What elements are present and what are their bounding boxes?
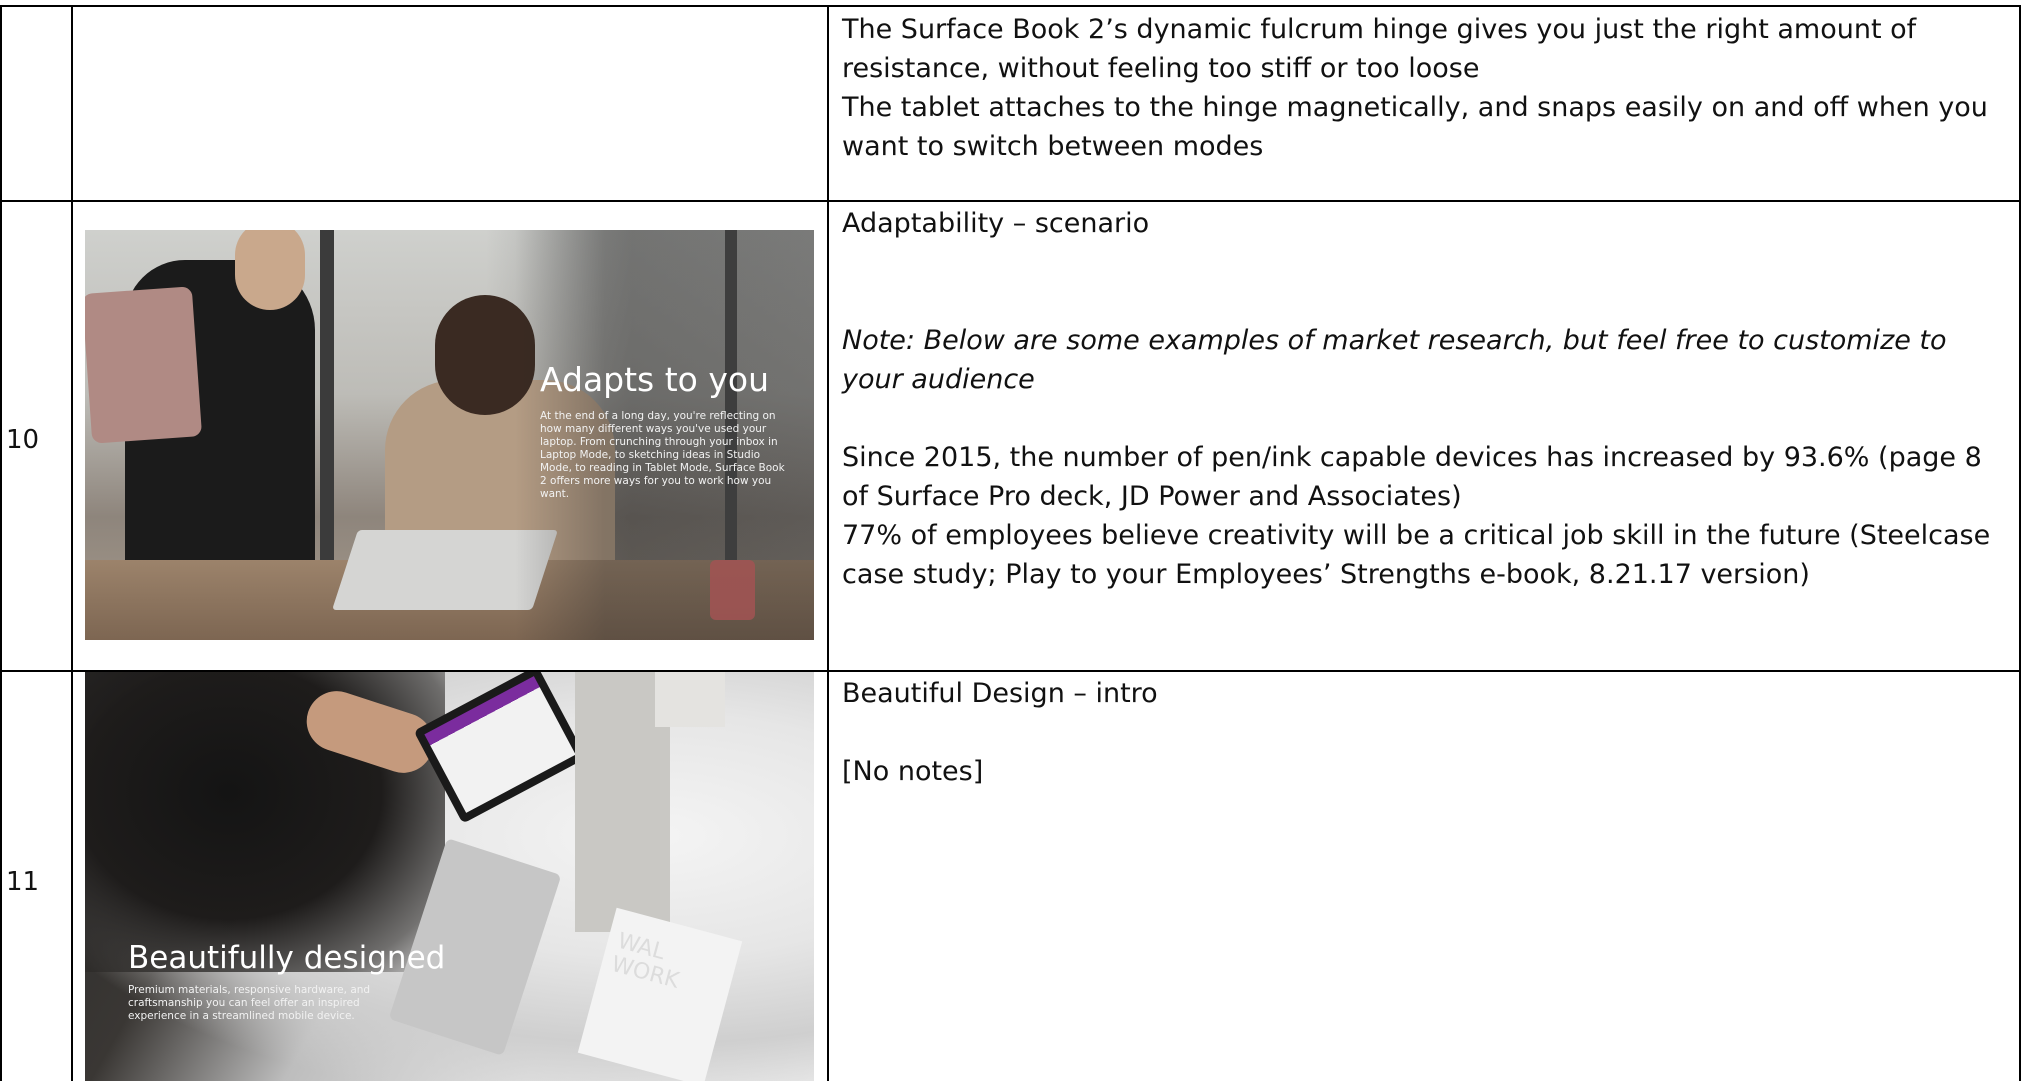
book-cover-text: WAL WORK: [608, 928, 682, 994]
stone-block: [655, 672, 725, 727]
tablet-screen: [424, 676, 576, 813]
table-border-left: [0, 5, 2, 1081]
slide-body: At the end of a long day, you're reflect…: [540, 410, 785, 500]
book-cover: WAL WORK: [577, 907, 743, 1081]
row-notes: Beautiful Design – intro [No notes]: [842, 674, 2014, 791]
notes-paragraph: The Surface Book 2’s dynamic fulcrum hin…: [842, 14, 1917, 84]
table-column-divider-1: [71, 5, 73, 1081]
slide-thumbnail: Adapts to you At the end of a long day, …: [85, 230, 814, 640]
table-row-divider-1: [0, 200, 2021, 202]
table-border-top: [0, 5, 2021, 7]
notes-paragraph: Since 2015, the number of pen/ink capabl…: [842, 442, 1982, 512]
row-number: 10: [6, 425, 40, 455]
notes-note: Note: Below are some examples of market …: [842, 325, 1947, 395]
person-woman-head: [235, 230, 305, 310]
row-notes: The Surface Book 2’s dynamic fulcrum hin…: [842, 10, 2014, 166]
notes-heading: Adaptability – scenario: [842, 208, 1150, 239]
document-page: The Surface Book 2’s dynamic fulcrum hin…: [0, 0, 2021, 1081]
slide-body: Premium materials, responsive hardware, …: [128, 984, 371, 1022]
slide-thumbnail: WAL WORK Beautifully designed Premium ma…: [85, 672, 814, 1081]
notes-heading: Beautiful Design – intro: [842, 678, 1158, 709]
laptop-held-shape: [85, 286, 203, 444]
table-column-divider-2: [827, 5, 829, 1081]
slide-title: Adapts to you: [540, 360, 769, 399]
notes-paragraph: [No notes]: [842, 756, 984, 787]
notes-paragraph: 77% of employees believe creativity will…: [842, 520, 1991, 590]
notes-paragraph: The tablet attaches to the hinge magneti…: [842, 92, 1988, 162]
row-number: 11: [6, 867, 40, 897]
slide-title: Beautifully designed: [128, 940, 446, 976]
row-notes: Adaptability – scenario Note: Below are …: [842, 204, 2014, 594]
